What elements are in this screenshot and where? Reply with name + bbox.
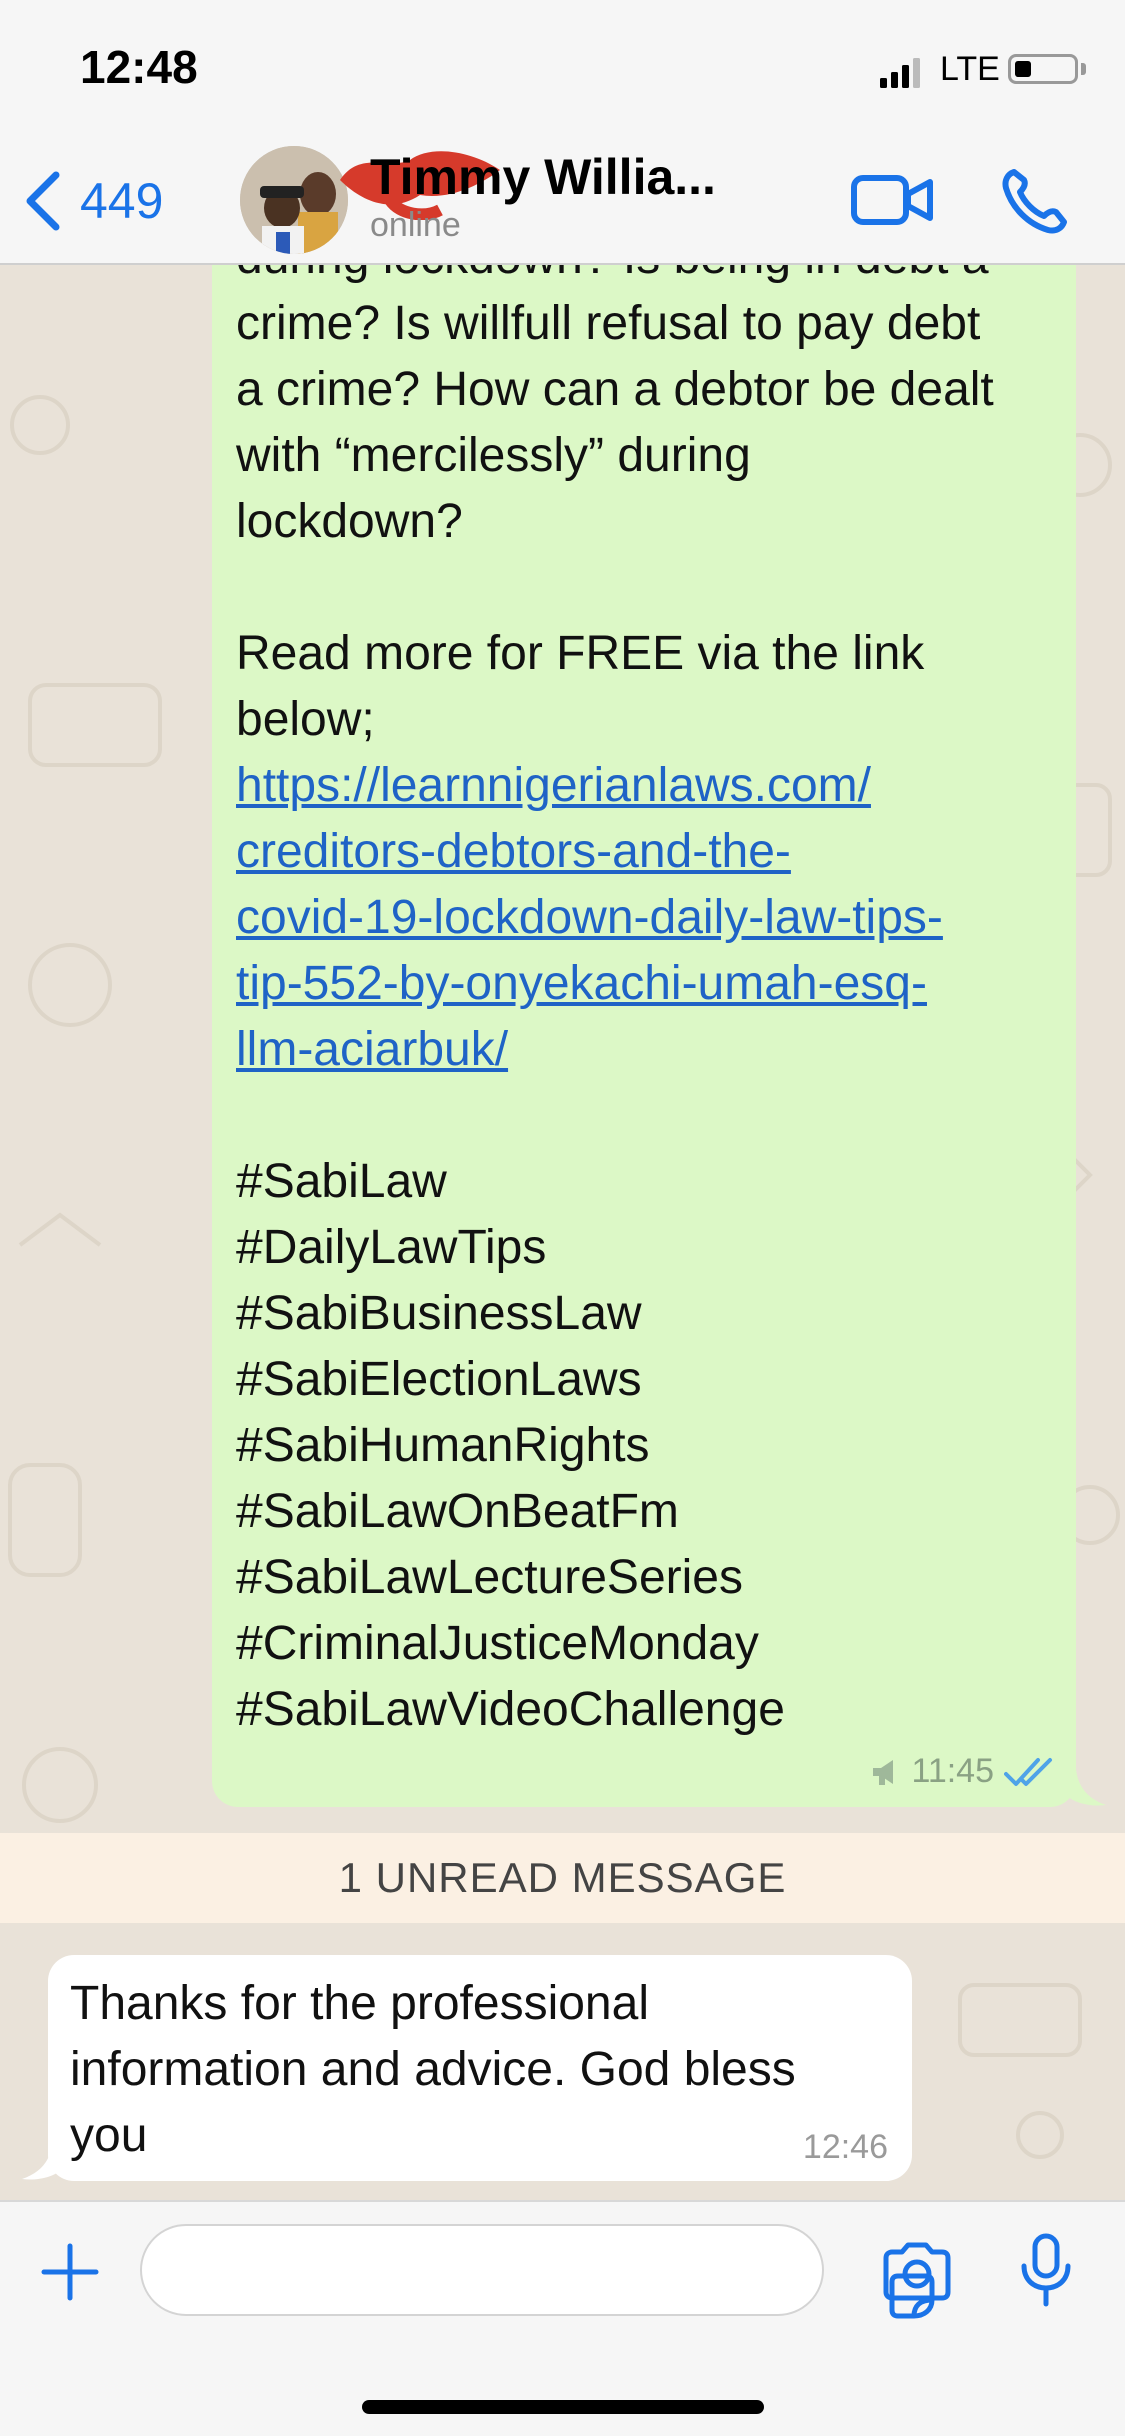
message-line: during lockdown? Is being in debt a xyxy=(236,265,1056,291)
message-line: #SabiBusinessLaw xyxy=(236,1287,642,1340)
message-line: you xyxy=(70,2109,148,2162)
chat-header: 449 Timmy Willia... online xyxy=(0,140,1125,265)
message-line: #SabiLawLectureSeries xyxy=(236,1551,743,1604)
message-line: #SabiHumanRights xyxy=(236,1419,650,1472)
double-check-icon xyxy=(1004,1757,1052,1786)
home-indicator xyxy=(362,2400,764,2414)
battery-icon xyxy=(1008,54,1078,84)
message-line: information and advice. God bless xyxy=(70,2043,796,2096)
contact-name[interactable]: Timmy Willia... xyxy=(370,148,716,206)
video-camera-icon[interactable] xyxy=(850,170,934,230)
message-line xyxy=(236,1083,1056,1149)
unread-chats-count: 449 xyxy=(80,173,164,229)
outgoing-message-bubble[interactable]: during lockdown? Is being in debt a crime… xyxy=(212,265,1076,1807)
camera-icon[interactable] xyxy=(880,2242,954,2302)
message-input[interactable] xyxy=(140,2224,935,2319)
incoming-message-bubble[interactable]: Thanks for the professional information a… xyxy=(48,1955,912,2181)
message-line: Thanks for the professional xyxy=(70,1977,649,2030)
message-line: #SabiLawOnBeatFm xyxy=(236,1485,679,1538)
incoming-message-text: Thanks for the professional information a… xyxy=(70,1971,870,2169)
cellular-signal-icon xyxy=(880,58,920,88)
message-link-line[interactable]: creditors-debtors-and-the- xyxy=(236,819,1056,885)
chevron-left-icon xyxy=(26,171,60,231)
message-line: a crime? How can a debtor be dealt xyxy=(236,363,994,416)
back-button[interactable]: 449 xyxy=(22,166,182,236)
outgoing-message-text: during lockdown? Is being in debt a crime… xyxy=(236,265,1056,1743)
outgoing-message-time: 11:45 xyxy=(911,1752,994,1790)
broadcast-speaker-icon xyxy=(873,1759,894,1785)
message-link-line[interactable]: https://learnnigerianlaws.com/ xyxy=(236,753,1056,819)
message-line: #DailyLawTips xyxy=(236,1221,547,1274)
message-line: lockdown? xyxy=(236,495,463,548)
message-link-line[interactable]: llm-aciarbuk/ xyxy=(236,1017,1056,1083)
status-time: 12:48 xyxy=(80,41,198,93)
battery-tip xyxy=(1081,63,1086,75)
message-line: #CriminalJusticeMonday xyxy=(236,1617,759,1670)
message-line: Read more for FREE via the link xyxy=(236,627,925,680)
status-bar: 12:48 LTE xyxy=(0,0,1125,140)
message-line: #SabiElectionLaws xyxy=(236,1353,642,1406)
contact-status: online xyxy=(370,206,461,244)
message-line: #SabiLawVideoChallenge xyxy=(236,1683,785,1736)
message-line: #SabiLaw xyxy=(236,1155,447,1208)
message-line xyxy=(236,555,1056,621)
outgoing-bubble-tail xyxy=(1066,1769,1106,1806)
message-line: with “mercilessly” during xyxy=(236,429,751,482)
chat-area[interactable]: during lockdown? Is being in debt a crime… xyxy=(0,265,1125,2200)
network-type: LTE xyxy=(940,50,1000,88)
outgoing-message-meta: 11:45 xyxy=(871,1752,1054,1791)
unread-messages-label: 1 UNREAD MESSAGE xyxy=(338,1854,787,1901)
microphone-icon[interactable] xyxy=(1018,2232,1074,2308)
incoming-message-time: 12:46 xyxy=(802,2128,888,2166)
message-line: crime? Is willfull refusal to pay debt xyxy=(236,297,981,350)
plus-icon[interactable] xyxy=(40,2242,100,2302)
message-link-line[interactable]: covid-19-lockdown-daily-law-tips- xyxy=(236,885,1056,951)
message-link-line[interactable]: tip-552-by-onyekachi-umah-esq- xyxy=(236,951,1056,1017)
message-line: below; xyxy=(236,693,375,746)
phone-icon[interactable] xyxy=(1000,166,1070,236)
message-composer xyxy=(0,2200,1125,2436)
unread-messages-banner: 1 UNREAD MESSAGE xyxy=(0,1833,1125,1923)
